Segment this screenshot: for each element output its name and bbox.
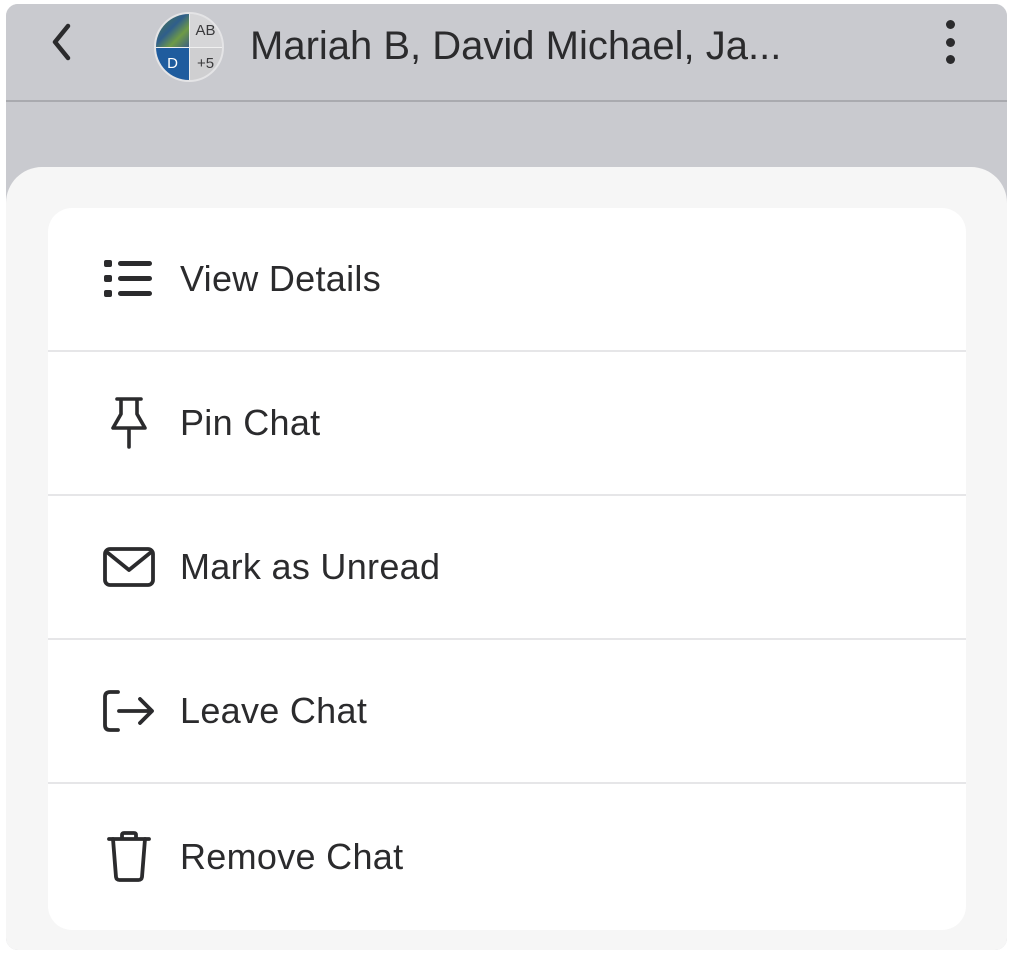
chat-header: AB D +5 Mariah B, David Michael, Ja... — [6, 4, 1007, 102]
menu-item-view-details[interactable]: View Details — [48, 208, 966, 352]
avatar-divider — [156, 47, 222, 48]
list-icon — [102, 252, 156, 306]
menu-item-label: Leave Chat — [180, 690, 368, 731]
menu-item-leave-chat[interactable]: Leave Chat — [48, 640, 966, 784]
group-avatar[interactable]: AB D +5 — [154, 12, 224, 82]
avatar-extra-count: +5 — [189, 47, 222, 80]
menu-item-label: View Details — [180, 258, 382, 299]
chevron-left-icon — [52, 23, 71, 61]
avatar-initials-ab: AB — [189, 14, 222, 47]
avatar-initials-d: D — [156, 47, 189, 80]
leave-icon — [102, 684, 156, 738]
pin-icon — [102, 396, 156, 450]
vertical-ellipsis-icon-dot — [945, 55, 955, 64]
chat-title[interactable]: Mariah B, David Michael, Ja... — [250, 18, 870, 74]
app-frame: AB D +5 Mariah B, David Michael, Ja... V… — [6, 4, 1007, 950]
more-options-button[interactable] — [932, 18, 968, 66]
menu-item-label: Mark as Unread — [180, 546, 441, 587]
envelope-icon — [102, 540, 156, 594]
vertical-ellipsis-icon — [945, 20, 955, 29]
menu-item-label: Remove Chat — [180, 836, 404, 877]
vertical-ellipsis-icon-dot — [945, 37, 955, 47]
action-sheet: View Details Pin Chat Mark as Unread Lea… — [6, 167, 1007, 950]
menu-item-remove-chat[interactable]: Remove Chat — [48, 784, 966, 930]
trash-icon — [102, 830, 156, 884]
back-button[interactable] — [42, 22, 82, 62]
avatar-photo — [156, 14, 189, 47]
menu-item-label: Pin Chat — [180, 402, 321, 443]
menu-item-pin-chat[interactable]: Pin Chat — [48, 352, 966, 496]
action-menu: View Details Pin Chat Mark as Unread Lea… — [48, 208, 966, 930]
menu-item-mark-as-unread[interactable]: Mark as Unread — [48, 496, 966, 640]
